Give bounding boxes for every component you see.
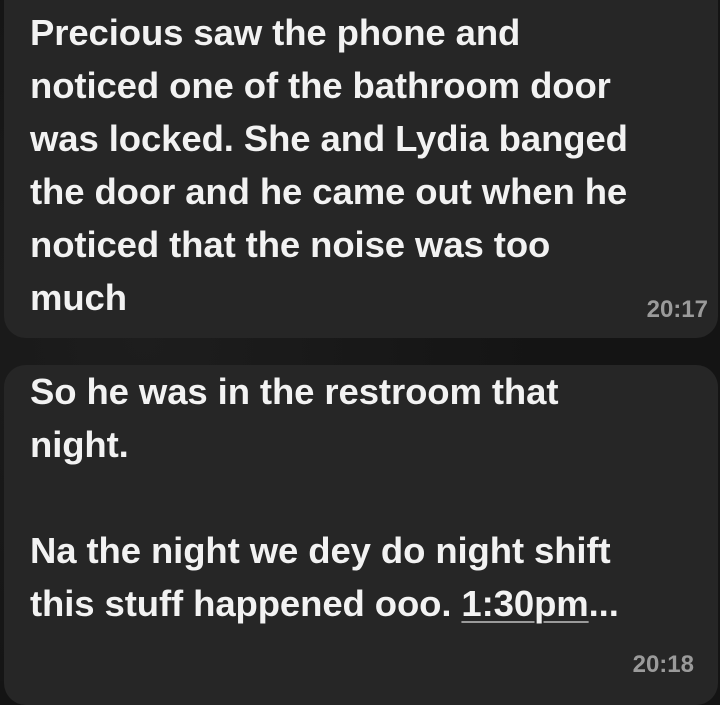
message-timestamp: 20:17 [646, 296, 708, 323]
message-bubble[interactable]: Precious saw the phone and noticed one o… [4, 0, 718, 338]
time-link[interactable]: 1:30pm [461, 583, 588, 624]
message-bubble[interactable]: So he was in the restroom that night. Na… [4, 365, 718, 705]
message-text-part: ... [588, 583, 619, 624]
message-text: So he was in the restroom that night. Na… [30, 365, 710, 630]
message-text: Precious saw the phone and noticed one o… [30, 12, 628, 318]
message-timestamp: 20:18 [632, 651, 694, 678]
